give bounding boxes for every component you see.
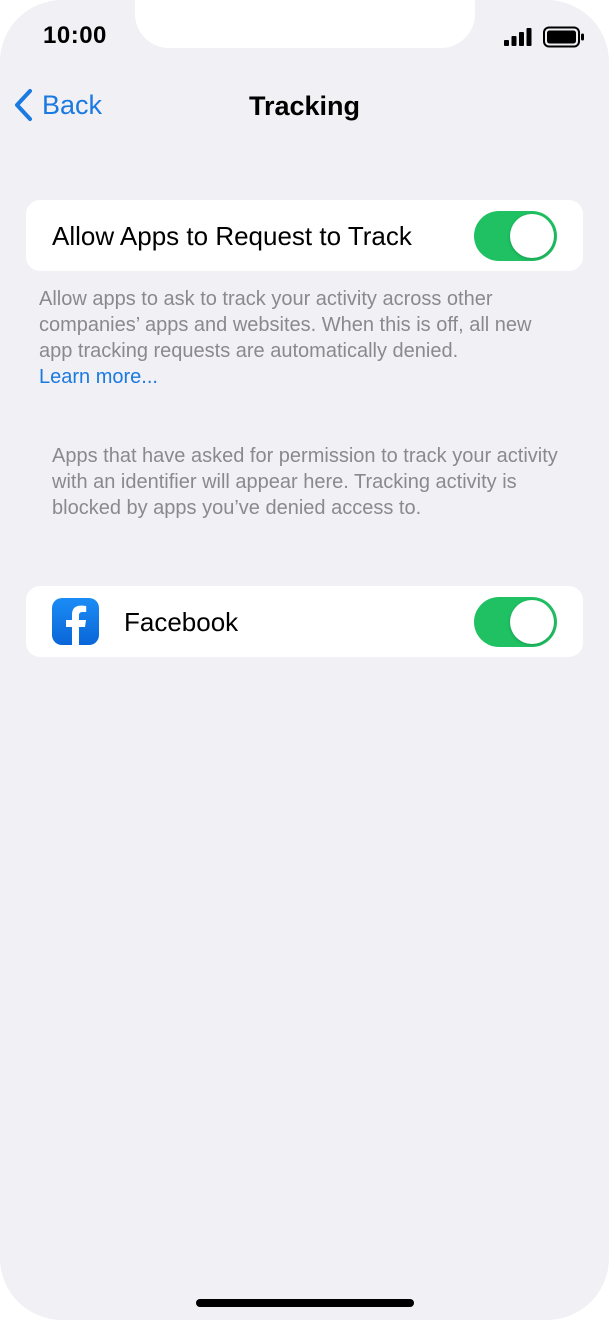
signal-icon — [504, 28, 532, 46]
status-time: 10:00 — [43, 22, 107, 49]
home-indicator[interactable] — [196, 1299, 414, 1307]
allow-tracking-toggle[interactable] — [474, 211, 557, 261]
toggle-knob — [510, 214, 554, 258]
page-title: Tracking — [248, 91, 361, 121]
app-row-facebook: Facebook — [26, 586, 583, 657]
phone-screen: 10:00 Back Tracking Allow Apps to Reques… — [0, 0, 609, 1320]
learn-more-link[interactable]: Learn more... — [39, 366, 158, 388]
facebook-tracking-toggle[interactable] — [474, 597, 557, 647]
allow-tracking-footer: Allow apps to ask to track your activity… — [39, 286, 569, 390]
facebook-icon — [52, 598, 99, 645]
toggle-knob — [510, 600, 554, 644]
status-icons — [503, 26, 585, 48]
apps-info-text: Apps that have asked for permission to t… — [52, 445, 558, 519]
allow-tracking-label: Allow Apps to Request to Track — [52, 221, 412, 251]
allow-tracking-row: Allow Apps to Request to Track — [26, 200, 583, 271]
battery-icon — [543, 26, 584, 48]
allow-tracking-description: Allow apps to ask to track your activity… — [39, 288, 532, 362]
app-name: Facebook — [124, 607, 239, 637]
notch — [135, 0, 475, 48]
